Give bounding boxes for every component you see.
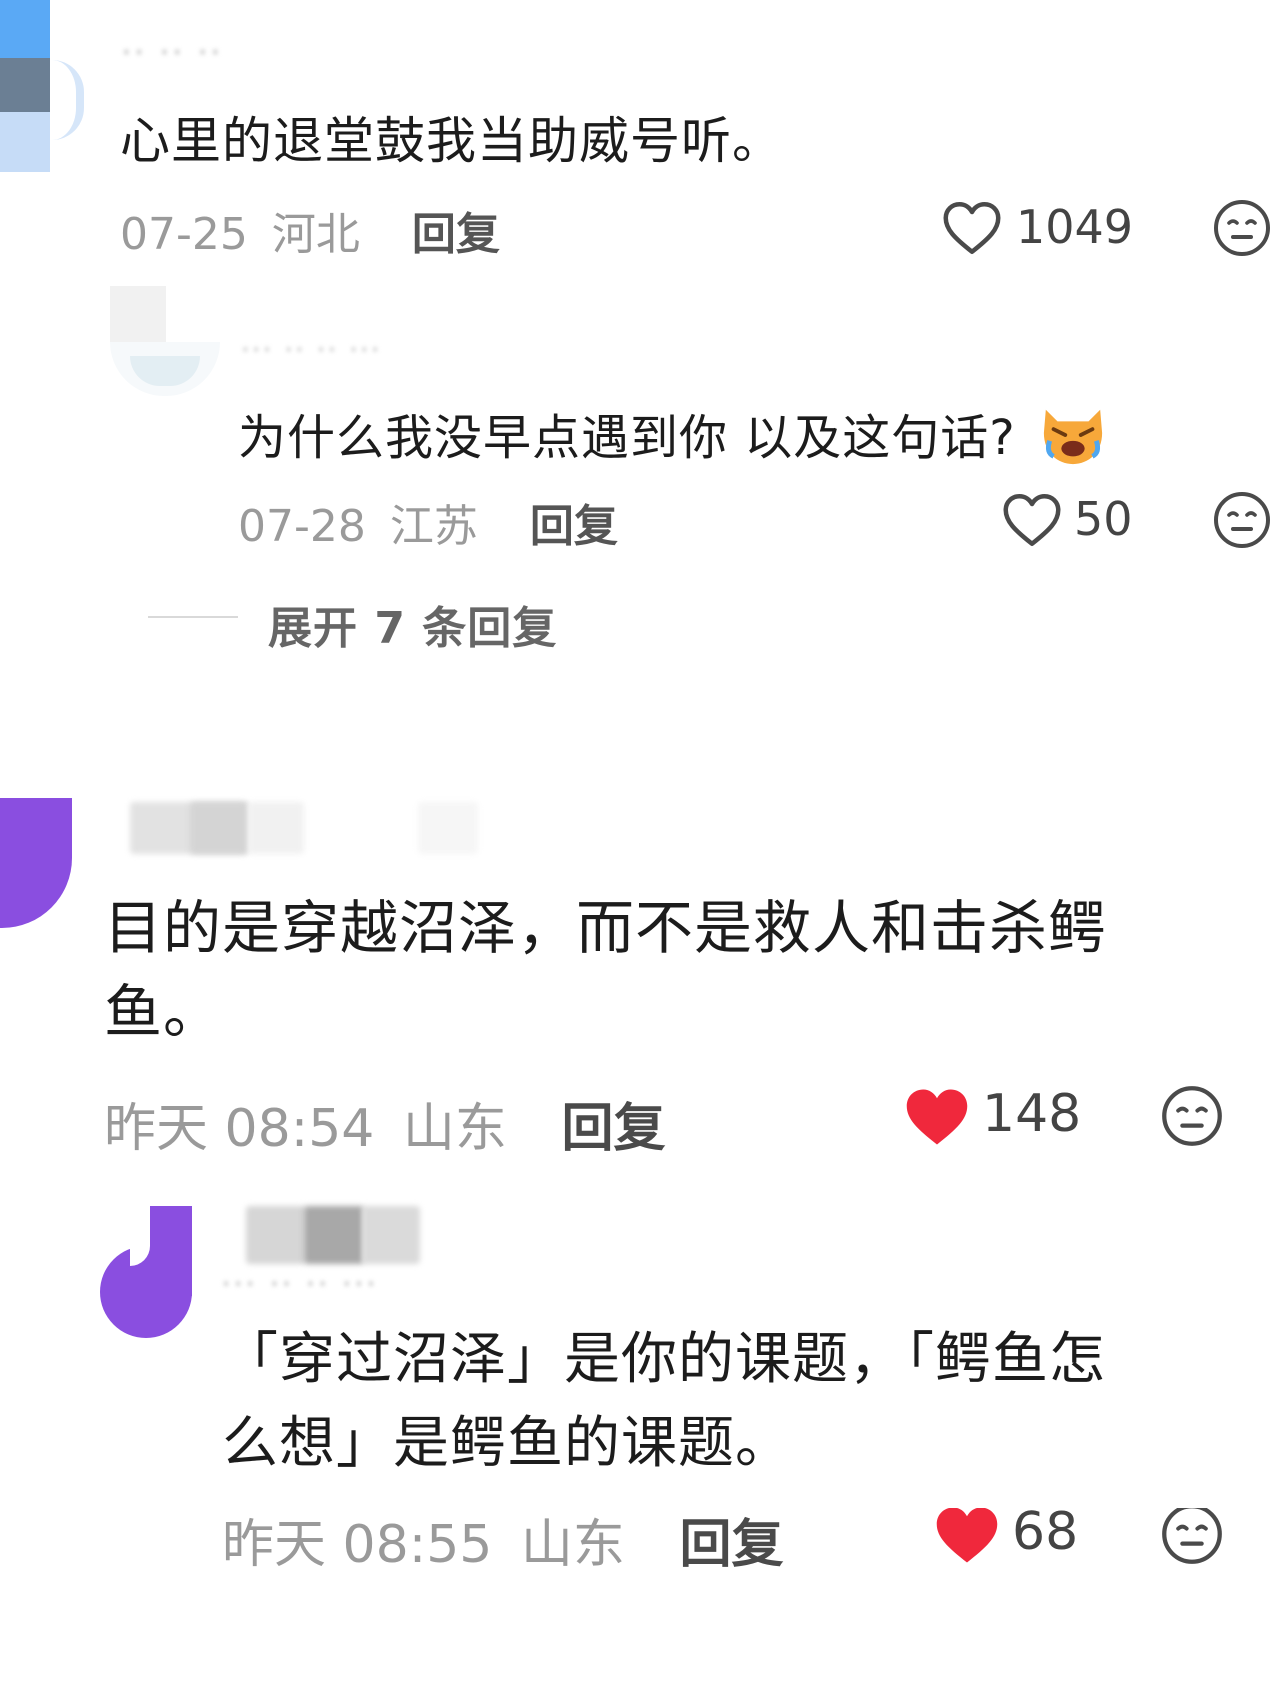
reply-button[interactable]: 回复 <box>412 209 500 260</box>
reply-avatar[interactable] <box>100 1206 192 1338</box>
comment-text: 心里的退堂鼓我当助威号听。 <box>120 112 783 170</box>
reply-meta: 昨天 08:55 山东 回复 <box>222 1508 783 1568</box>
like-count: 50 <box>1074 492 1133 546</box>
expand-divider <box>148 616 238 618</box>
heart-outline-icon <box>943 202 1001 254</box>
meh-face-icon[interactable] <box>1160 1508 1224 1566</box>
like-button[interactable] <box>942 200 1002 256</box>
username-blurred <box>418 802 478 854</box>
like-count: 148 <box>982 1084 1082 1144</box>
meh-face-icon[interactable] <box>1212 490 1272 550</box>
reply-button[interactable]: 回复 <box>679 1515 783 1568</box>
username-blurred <box>248 802 304 854</box>
like-count: 68 <box>1012 1508 1079 1562</box>
username-blurred <box>246 1206 306 1264</box>
heart-filled-icon <box>936 1508 998 1563</box>
comment-meta: 07-25 河北 回复 <box>120 198 500 262</box>
comment-date: 07-25 <box>120 209 248 260</box>
reply-region: 江苏 <box>389 501 478 552</box>
username-faded: ·· ·· ·· <box>120 30 222 76</box>
comment-region: 山东 <box>402 1099 507 1159</box>
comment-text: 目的是穿越沼泽，而不是救人和击杀鳄 鱼。 <box>104 894 1108 1046</box>
reply-region: 山东 <box>520 1515 625 1568</box>
reply-button[interactable]: 回复 <box>561 1099 665 1159</box>
crying-cat-emoji <box>1038 402 1108 480</box>
meh-face-icon[interactable] <box>1160 1084 1224 1148</box>
username-blurred <box>190 802 248 854</box>
reply-date: 07-28 <box>238 501 366 552</box>
heart-outline-icon <box>1003 494 1061 546</box>
reply-username-faded: ··· ·· ·· ··· <box>220 1262 378 1306</box>
reply-time: 昨天 08:55 <box>222 1515 493 1568</box>
heart-filled-icon <box>906 1089 968 1145</box>
reply-meta: 07-28 江苏 回复 <box>238 490 618 554</box>
avatar-edge <box>52 60 84 140</box>
comment-region: 河北 <box>271 209 360 260</box>
like-count: 1049 <box>1016 200 1134 254</box>
avatar[interactable] <box>0 798 72 928</box>
reply-button[interactable]: 回复 <box>530 501 618 552</box>
like-button[interactable] <box>904 1086 970 1148</box>
comment-meta: 昨天 08:54 山东 回复 <box>104 1086 665 1161</box>
comment-time: 昨天 08:54 <box>104 1099 375 1159</box>
username-blurred <box>304 1206 364 1264</box>
expand-replies-button[interactable]: 展开 7 条回复 <box>268 592 557 656</box>
reply-text: 为什么我没早点遇到你 以及这句话? <box>238 398 1108 480</box>
reply-text: 「穿过沼泽」是你的课题，「鳄鱼怎 么想」是鳄鱼的课题。 <box>222 1327 1106 1476</box>
reply-meta-row: 昨天 08:55 山东 回复 68 <box>0 1508 1276 1568</box>
username-blurred <box>362 1206 420 1264</box>
avatar[interactable] <box>0 0 52 172</box>
meh-face-icon[interactable] <box>1212 198 1272 258</box>
reply-avatar[interactable] <box>110 286 220 396</box>
reply-username-faded: ··· ·· ·· ··· <box>240 330 381 370</box>
like-button[interactable] <box>1002 492 1062 548</box>
like-button[interactable] <box>934 1508 1000 1566</box>
